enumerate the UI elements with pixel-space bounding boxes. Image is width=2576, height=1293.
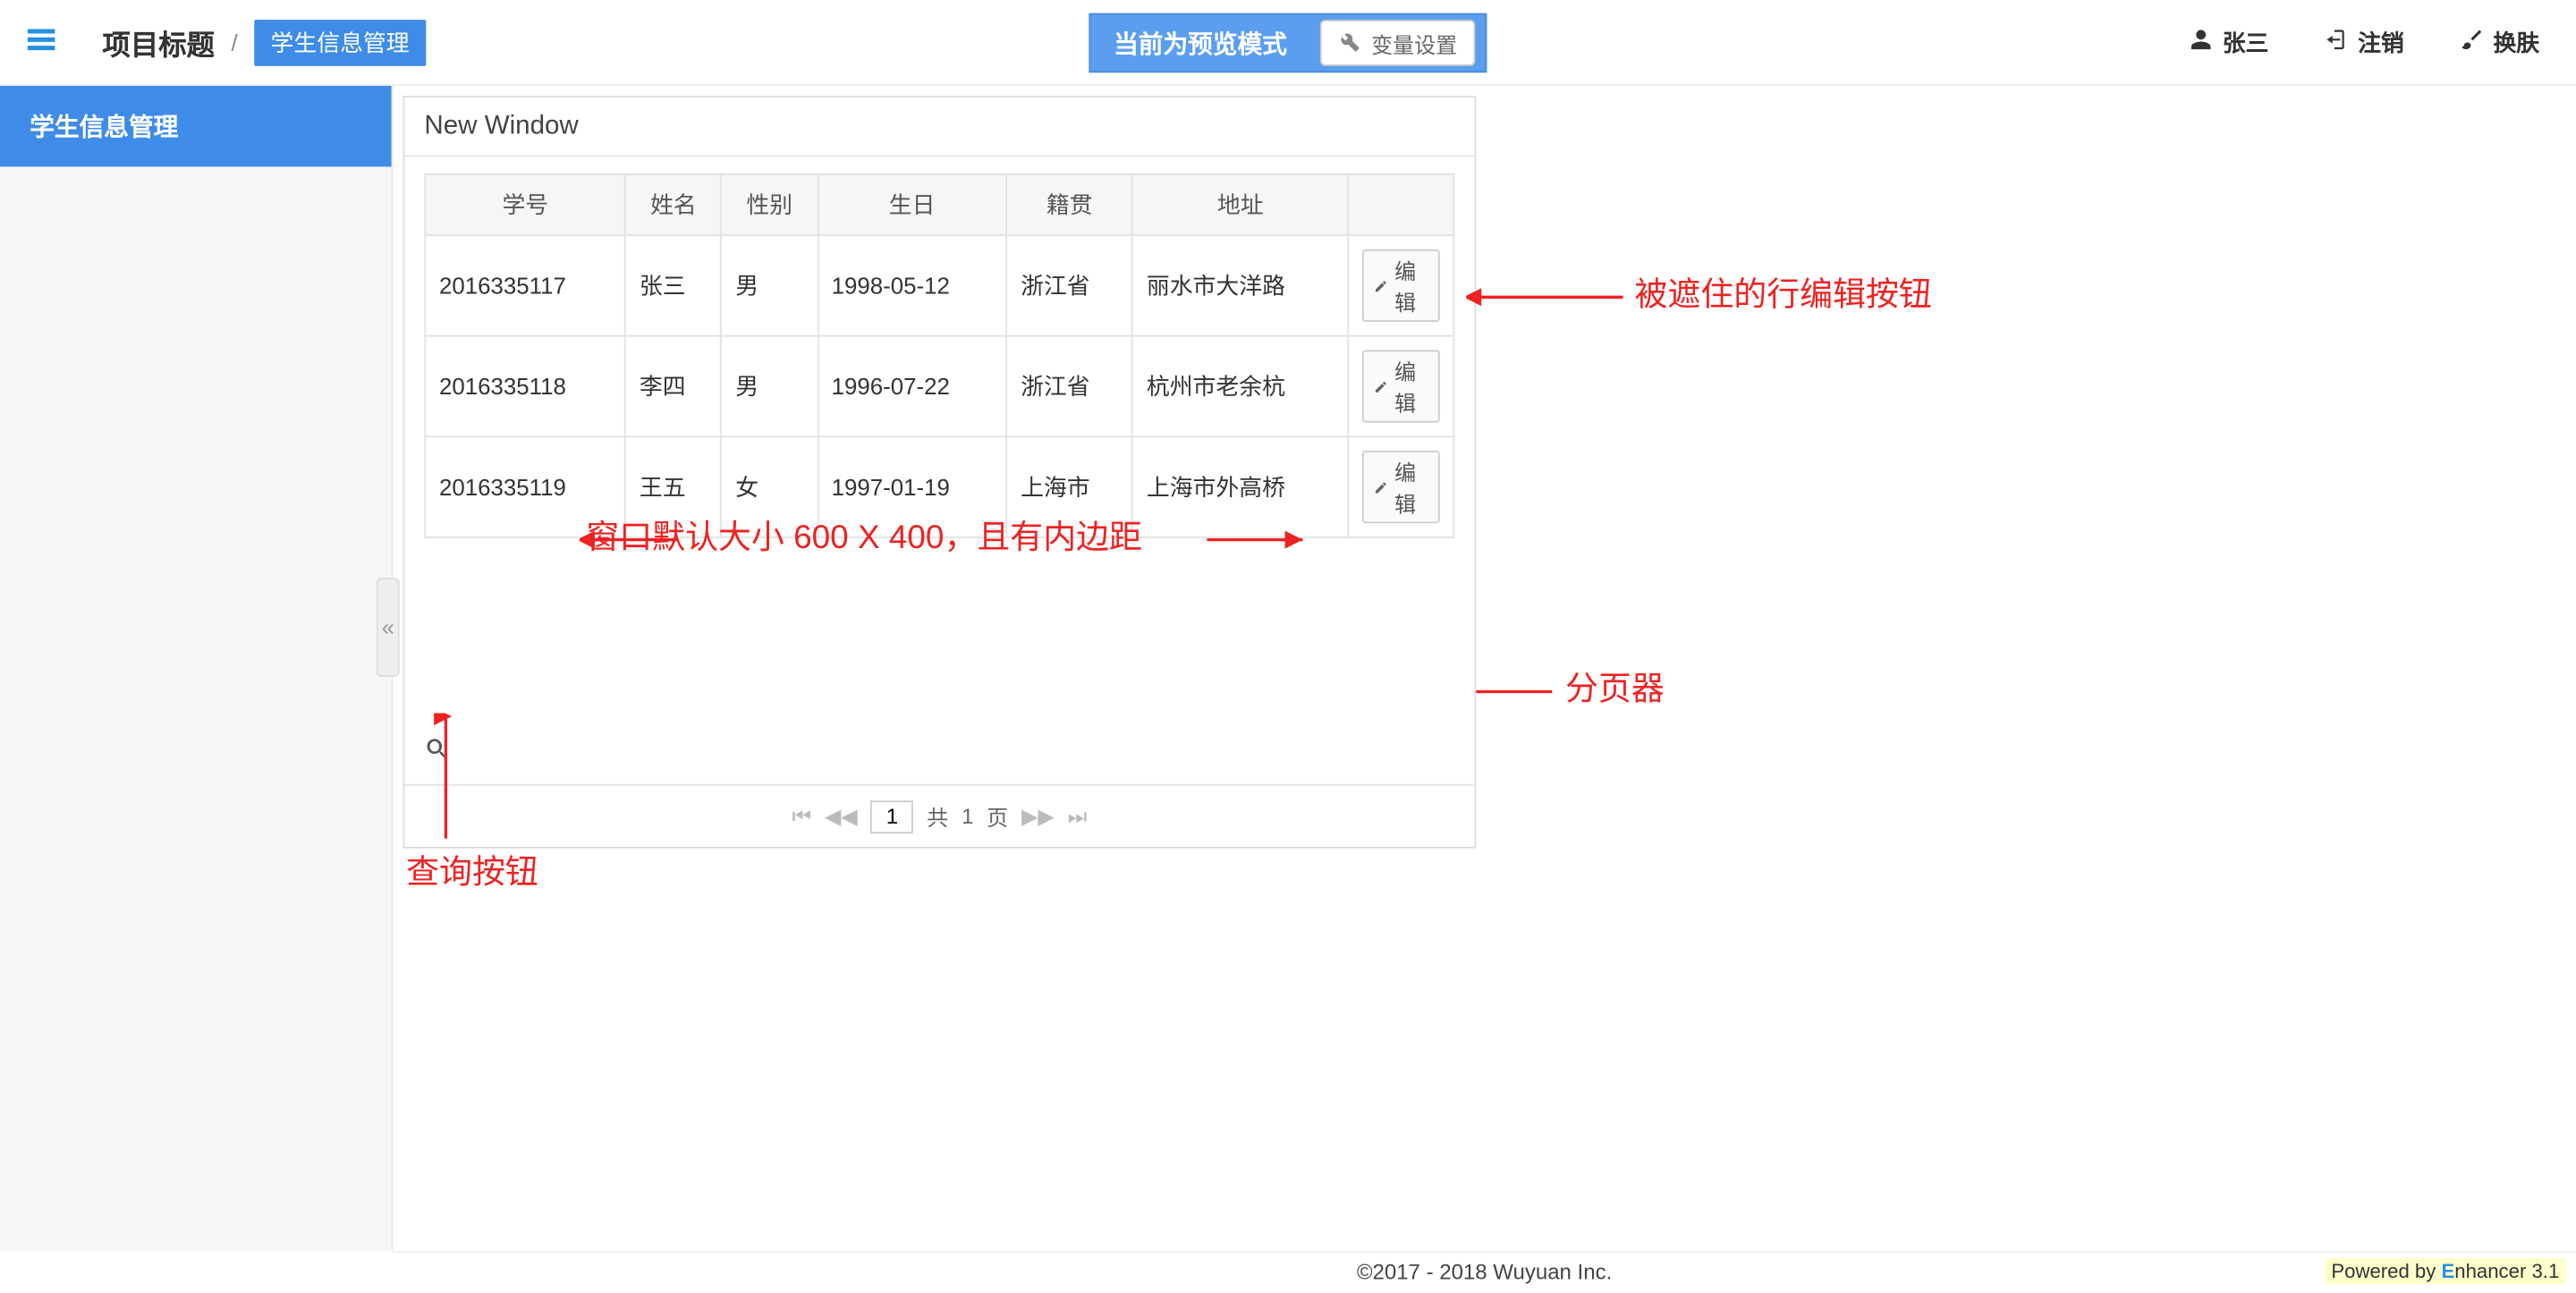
powered-prefix: Powered by: [2331, 1259, 2441, 1282]
cell-sex: 女: [722, 436, 818, 537]
cell-bday: 1996-07-22: [818, 336, 1006, 437]
cell-addr: 丽水市大洋路: [1132, 235, 1348, 336]
sidebar-item-student-info[interactable]: 学生信息管理: [0, 86, 392, 166]
brush-icon: [2461, 28, 2484, 55]
top-right-links: 张三 注销 换肤: [2190, 26, 2576, 59]
annotation-pager-text: 分页器: [1565, 662, 1665, 710]
logout-label: 注销: [2358, 26, 2404, 59]
col-sid: 学号: [425, 174, 625, 235]
pager-page-input[interactable]: [871, 799, 914, 832]
cell-sid: 2016335118: [425, 336, 625, 437]
col-origin: 籍贯: [1006, 174, 1132, 235]
preview-mode-label: 当前为预览模式: [1090, 26, 1310, 61]
change-skin-link[interactable]: 换肤: [2461, 26, 2540, 59]
cell-bday: 1997-01-19: [818, 436, 1006, 537]
pencil-icon: [1374, 276, 1388, 294]
cell-addr: 上海市外高桥: [1132, 436, 1348, 537]
pager-next[interactable]: ▶▶: [1021, 803, 1055, 830]
window-panel: New Window 学号 姓名 性别 生日 籍贯 地址: [402, 96, 1476, 849]
footer: ©2017 - 2018 Wuyuan Inc. Powered by Enha…: [393, 1251, 2575, 1290]
data-table: 学号 姓名 性别 生日 籍贯 地址 2016335117张三男1998-05-1…: [424, 173, 1454, 538]
edit-button[interactable]: 编辑: [1362, 249, 1440, 322]
annotation-covered-edit-arrow: [1466, 281, 1631, 324]
preview-mode-bar: 当前为预览模式 变量设置: [1089, 13, 1487, 72]
sidebar: 学生信息管理: [0, 86, 393, 1251]
pager-prev[interactable]: ◀◀: [825, 803, 858, 830]
annotation-covered-edit-text: 被遮住的行编辑按钮: [1635, 267, 1932, 316]
pager-total-prefix: 共: [927, 800, 948, 832]
edit-button[interactable]: 编辑: [1362, 350, 1440, 422]
pager-first[interactable]: ⏮: [792, 803, 811, 830]
hamburger-icon: [23, 21, 60, 58]
main-area: 学生信息管理 « New Window 学号 姓名 性别 生日 籍贯 地址: [0, 86, 2576, 1251]
window-body: 学号 姓名 性别 生日 籍贯 地址 2016335117张三男1998-05-1…: [404, 156, 1474, 783]
user-name: 张三: [2223, 26, 2269, 59]
cell-actions: 编辑: [1348, 436, 1453, 537]
cell-sex: 男: [722, 336, 818, 437]
cell-sex: 男: [722, 235, 818, 336]
cell-bday: 1998-05-12: [818, 235, 1006, 336]
pager-total-suffix: 页: [987, 800, 1008, 832]
user-chip[interactable]: 张三: [2190, 26, 2269, 59]
cell-actions: 编辑: [1348, 336, 1453, 437]
col-sex: 性别: [722, 174, 818, 235]
powered-brand-e: E: [2441, 1259, 2454, 1282]
cell-origin: 浙江省: [1006, 235, 1132, 336]
edit-button[interactable]: 编辑: [1362, 451, 1440, 523]
user-icon: [2190, 28, 2213, 55]
table-row[interactable]: 2016335119王五女1997-01-19上海市上海市外高桥编辑: [425, 436, 1453, 537]
change-skin-label: 换肤: [2493, 26, 2539, 59]
cell-origin: 浙江省: [1006, 336, 1132, 437]
pager-total: 1: [962, 804, 973, 829]
app-title: 项目标题: [102, 21, 215, 63]
cell-sid: 2016335119: [425, 436, 625, 537]
title-group: 项目标题 / 学生信息管理: [102, 19, 426, 65]
copyright: ©2017 - 2018 Wuyuan Inc.: [1357, 1259, 1612, 1284]
logout-icon: [2325, 28, 2348, 55]
pagination-bar: ⏮ ◀◀ 共 1 页 ▶▶ ⏭: [404, 784, 1474, 847]
powered-by: Powered by Enhancer 3.1: [2325, 1258, 2566, 1285]
hamburger-menu[interactable]: [0, 21, 82, 63]
pager-last[interactable]: ⏭: [1068, 803, 1088, 830]
cell-addr: 杭州市老余杭: [1132, 336, 1348, 437]
logout-link[interactable]: 注销: [2325, 26, 2404, 59]
pencil-icon: [1374, 477, 1388, 495]
cell-origin: 上海市: [1006, 436, 1132, 537]
window-title: New Window: [404, 97, 1474, 156]
col-name: 姓名: [625, 174, 721, 235]
annotation-pager-arrow: [1476, 675, 1954, 718]
col-actions: [1348, 174, 1453, 235]
table-row[interactable]: 2016335118李四男1996-07-22浙江省杭州市老余杭编辑: [425, 336, 1453, 437]
top-bar: 项目标题 / 学生信息管理 当前为预览模式 变量设置 张三 注销 换肤: [0, 0, 2576, 86]
powered-brand-rest: nhancer 3.1: [2454, 1259, 2559, 1282]
col-addr: 地址: [1132, 174, 1348, 235]
annotation-search-text: 查询按钮: [406, 845, 538, 893]
table-header-row: 学号 姓名 性别 生日 籍贯 地址: [425, 174, 1453, 235]
breadcrumb-separator: /: [231, 29, 237, 55]
breadcrumb-current[interactable]: 学生信息管理: [254, 19, 426, 65]
cell-name: 王五: [625, 436, 721, 537]
content-area: New Window 学号 姓名 性别 生日 籍贯 地址: [393, 86, 2575, 1251]
cell-actions: 编辑: [1348, 235, 1453, 336]
wrench-icon: [1338, 29, 1361, 56]
table-row[interactable]: 2016335117张三男1998-05-12浙江省丽水市大洋路编辑: [425, 235, 1453, 336]
col-bday: 生日: [818, 174, 1006, 235]
variable-settings-button[interactable]: 变量设置: [1320, 20, 1476, 66]
pencil-icon: [1374, 377, 1388, 395]
variable-settings-label: 变量设置: [1371, 27, 1457, 58]
search-icon: [424, 736, 451, 763]
cell-name: 李四: [625, 336, 721, 437]
cell-name: 张三: [625, 235, 721, 336]
search-button[interactable]: [424, 736, 451, 767]
cell-sid: 2016335117: [425, 235, 625, 336]
